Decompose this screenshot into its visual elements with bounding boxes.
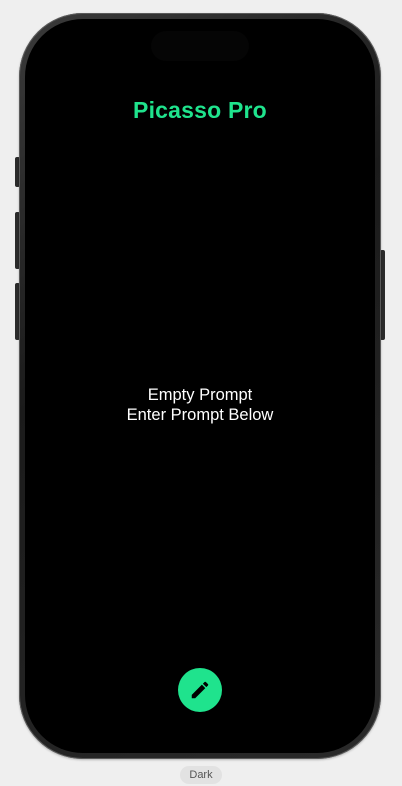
app-title: Picasso Pro [133, 97, 267, 123]
dynamic-island [151, 31, 249, 61]
empty-state-line-2: Enter Prompt Below [126, 406, 274, 424]
app-screen: Picasso Pro Empty Prompt Enter Prompt Be… [25, 19, 375, 753]
empty-state-message: Empty Prompt Enter Prompt Below [25, 385, 375, 425]
pencil-icon [191, 681, 209, 699]
device-preview: Picasso Pro Empty Prompt Enter Prompt Be… [0, 0, 402, 786]
edit-prompt-button[interactable] [178, 668, 222, 712]
color-scheme-label: Dark [180, 766, 222, 784]
phone-frame: Picasso Pro Empty Prompt Enter Prompt Be… [19, 13, 381, 759]
empty-state-line-1: Empty Prompt [147, 386, 253, 404]
